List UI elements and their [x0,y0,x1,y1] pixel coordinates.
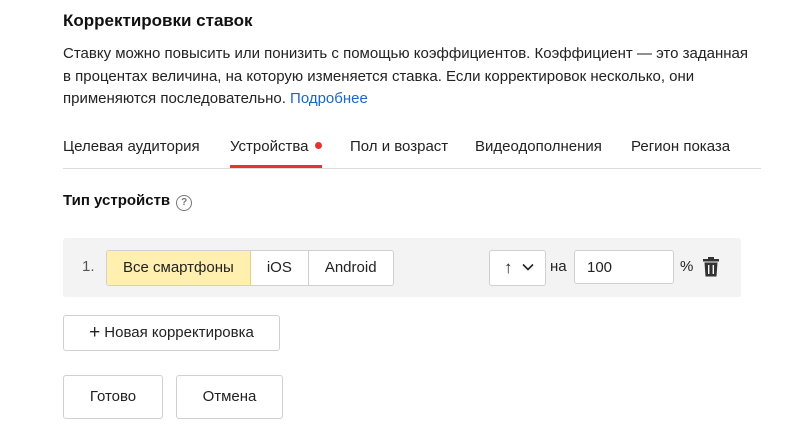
description: Ставку можно повысить или понизить с пом… [63,43,753,111]
trash-icon[interactable] [703,257,721,279]
tabs-bar: Целевая аудитория Устройства Пол и возра… [63,131,761,169]
percent-input[interactable] [574,250,674,284]
more-link[interactable]: Подробнее [290,90,368,107]
plus-icon: + [89,322,101,343]
na-label: на [550,258,567,275]
device-segmented-control: Все смартфоны iOS Android [106,250,394,286]
page-title: Корректировки ставок [63,11,253,30]
tab-target-audience[interactable]: Целевая аудитория [63,131,200,168]
device-type-label: Тип устройств? [63,192,193,211]
direction-select[interactable]: ↑ [489,250,546,286]
adjustment-row: 1. Все смартфоны iOS Android ↑ на % [63,238,741,297]
tab-region[interactable]: Регион показа [631,131,730,168]
row-number: 1. [82,258,95,275]
option-ios[interactable]: iOS [251,251,309,285]
done-button[interactable]: Готово [63,375,163,419]
question-circle-icon[interactable]: ? [176,195,193,211]
cancel-button[interactable]: Отмена [176,375,283,419]
option-all-smartphones[interactable]: Все смартфоны [107,251,251,285]
arrow-up-icon: ↑ [504,258,513,277]
changes-dot-icon [315,142,323,149]
option-android[interactable]: Android [309,251,393,285]
tab-video-extensions[interactable]: Видеодополнения [475,131,602,168]
add-adjustment-button[interactable]: + Новая корректировка [63,315,280,351]
chevron-down-icon [522,251,534,285]
tab-devices[interactable]: Устройства [230,131,323,168]
description-text: Ставку можно повысить или понизить с пом… [63,45,748,107]
tab-gender-age[interactable]: Пол и возраст [350,131,448,168]
percent-sign: % [680,258,694,275]
